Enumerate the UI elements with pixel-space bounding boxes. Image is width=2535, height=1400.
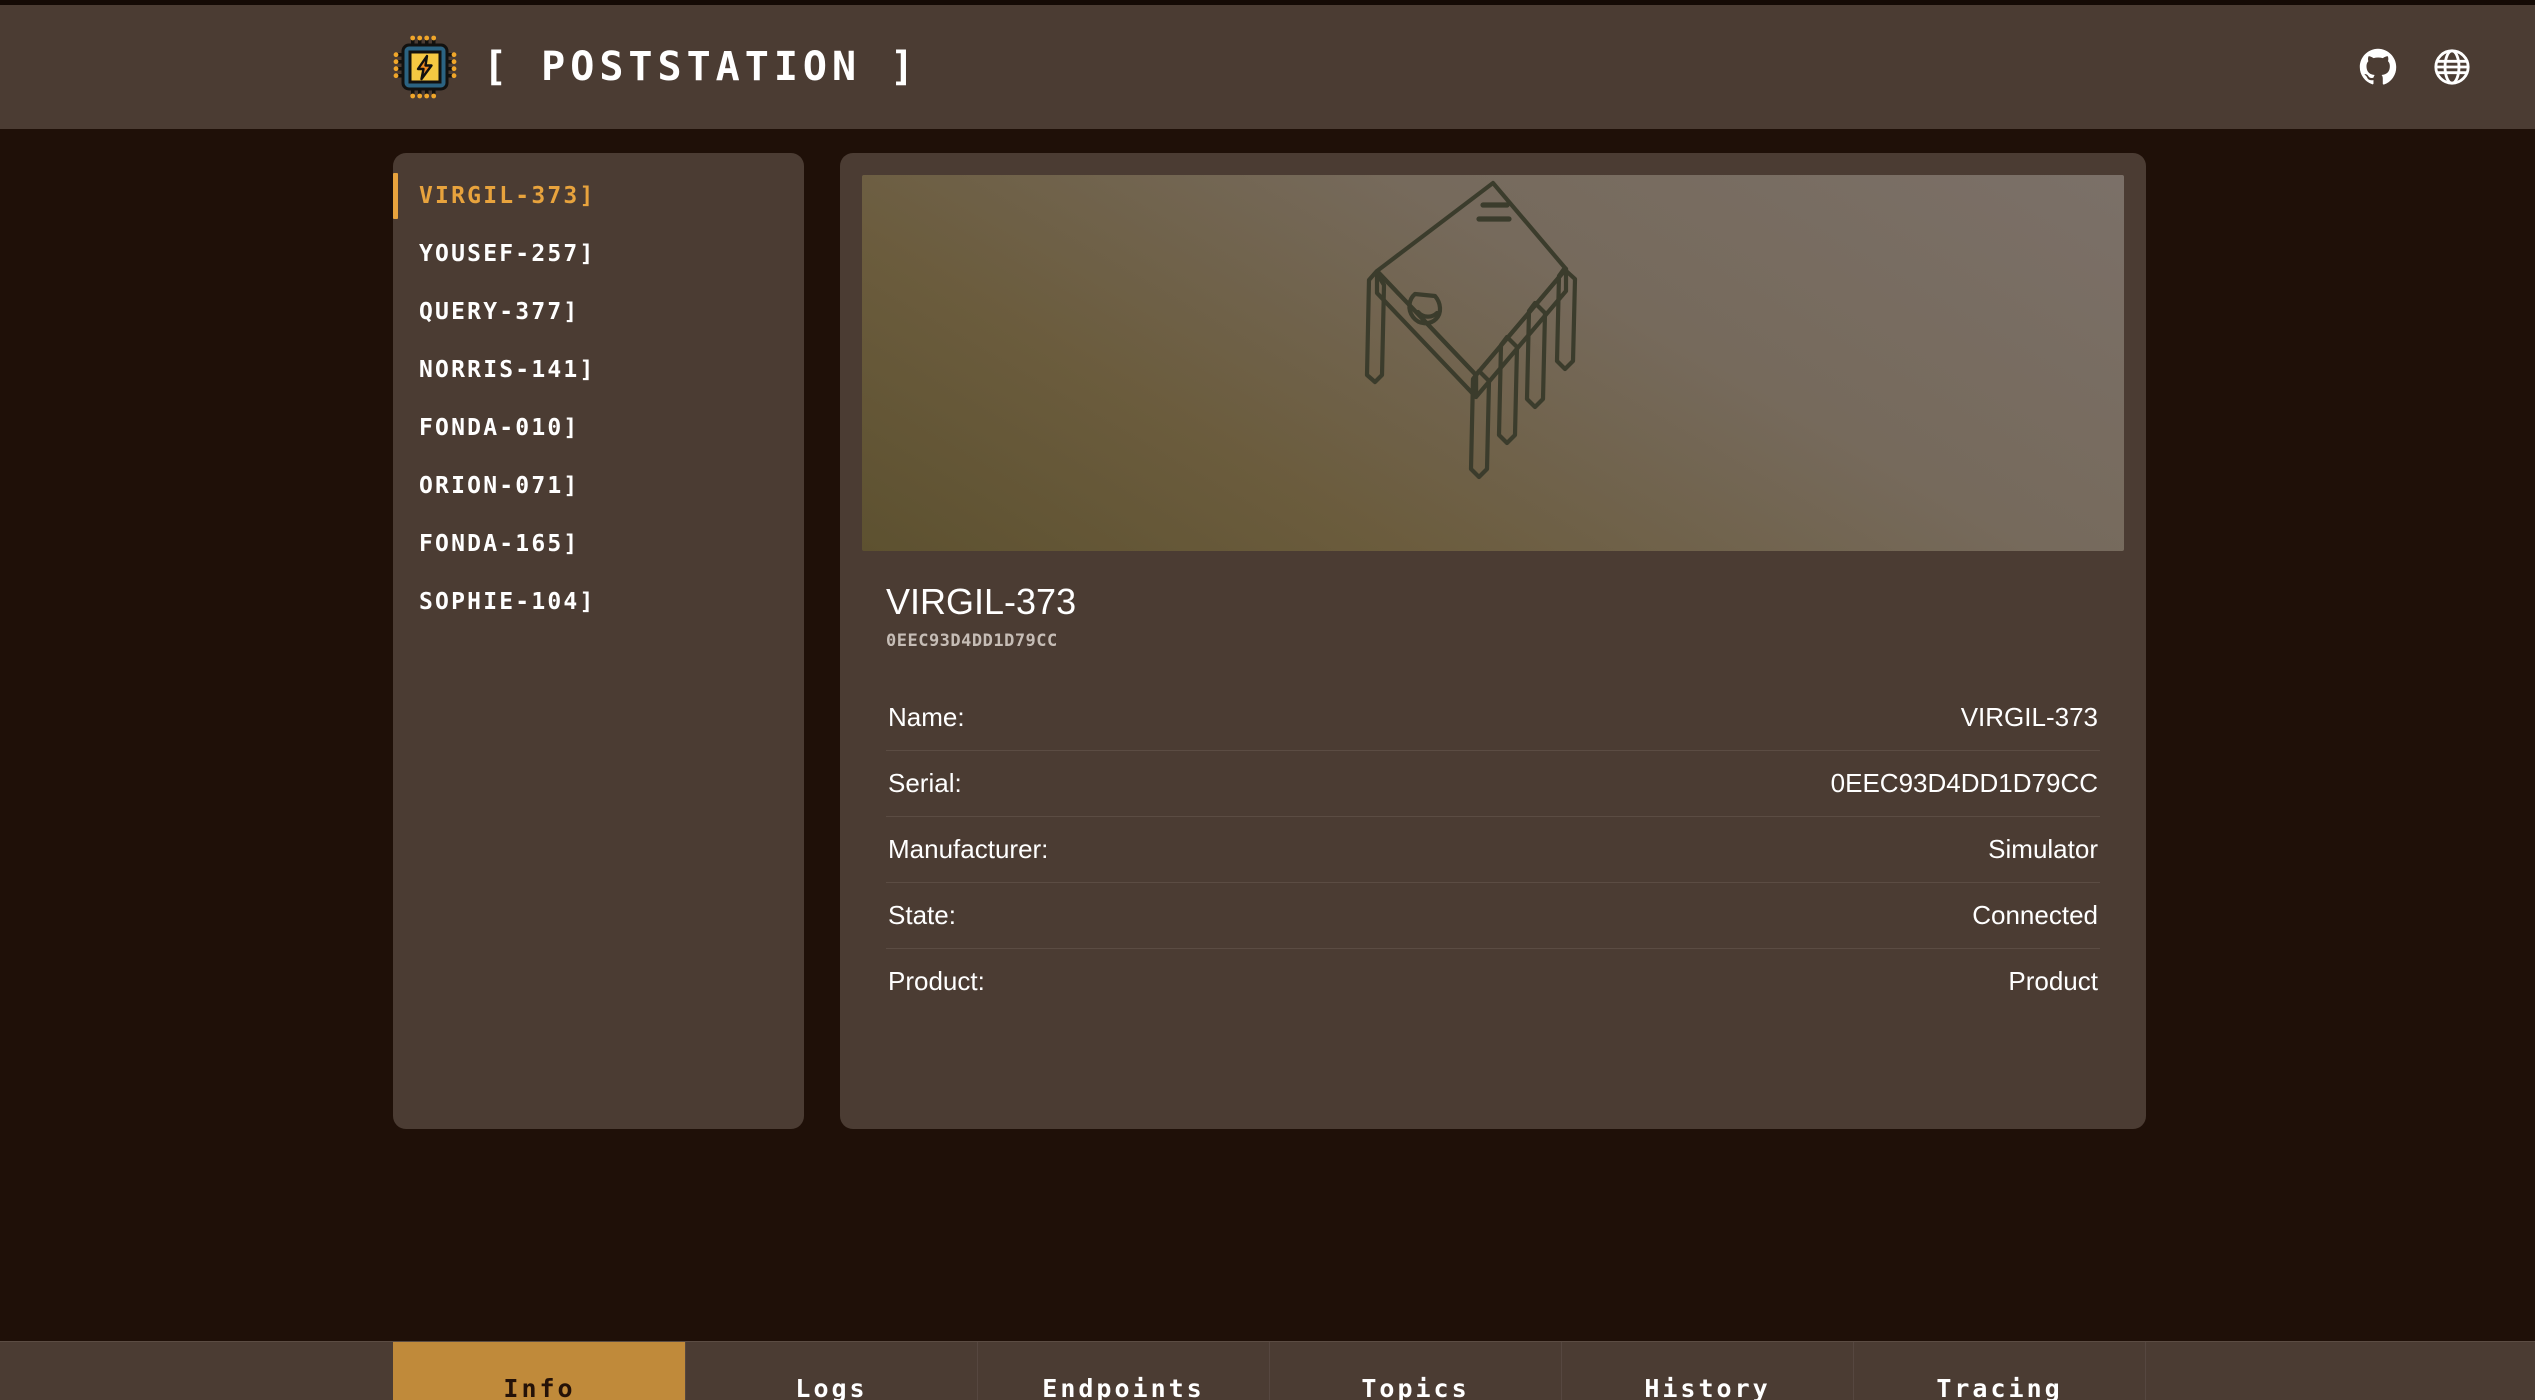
tab-logs[interactable]: Logs (685, 1342, 977, 1400)
header-actions (2357, 46, 2473, 88)
sidebar-item-label: NORRIS-141] (419, 357, 596, 383)
row-label: Manufacturer: (888, 834, 1049, 865)
table-row: Manufacturer: Simulator (886, 817, 2100, 884)
tab-label: Info (503, 1374, 576, 1400)
app-title: [ POSTSTATION ] (483, 44, 920, 90)
sidebar-item-label: YOUSEF-257] (419, 241, 596, 267)
tabbar-right-spacer (2145, 1342, 2535, 1400)
sidebar-item-label: FONDA-010] (419, 415, 580, 441)
tab-endpoints[interactable]: Endpoints (977, 1342, 1269, 1400)
detail-header: VIRGIL-373 0EEC93D4DD1D79CC (862, 551, 2124, 655)
sidebar-item-label: ORION-071] (419, 473, 580, 499)
sidebar-item-sophie-104[interactable]: SOPHIE-104] (393, 573, 804, 631)
tab-tracing[interactable]: Tracing (1853, 1342, 2145, 1400)
tab-label: History (1644, 1374, 1771, 1400)
page-title: VIRGIL-373 (886, 581, 1077, 622)
sidebar-item-fonda-165[interactable]: FONDA-165] (393, 515, 804, 573)
row-value: VIRGIL-373 (1960, 702, 2098, 733)
bottom-tabbar: Info Logs Endpoints Topics History Traci… (0, 1341, 2535, 1400)
sidebar-item-norris-141[interactable]: NORRIS-141] (393, 341, 804, 399)
detail-serial-subtitle: 0EEC93D4DD1D79CC (886, 631, 1058, 652)
table-row: Serial: 0EEC93D4DD1D79CC (886, 751, 2100, 818)
status-badge: Connected (1972, 900, 2098, 931)
sidebar-item-label: VIRGIL-373] (419, 183, 596, 209)
tab-label: Tracing (1936, 1374, 2063, 1400)
sidebar-item-label: FONDA-165] (419, 531, 580, 557)
dip-chip-illustration (862, 175, 2124, 551)
detail-rows: Name: VIRGIL-373 Serial: 0EEC93D4DD1D79C… (862, 685, 2124, 1014)
app-header: [ POSTSTATION ] (0, 5, 2535, 129)
table-row: Product: Product (886, 949, 2100, 1014)
row-label: Product: (888, 966, 985, 997)
sidebar-item-label: SOPHIE-104] (419, 589, 596, 615)
sidebar-item-fonda-010[interactable]: FONDA-010] (393, 399, 804, 457)
tab-label: Topics (1361, 1374, 1470, 1400)
device-detail-panel: VIRGIL-373 0EEC93D4DD1D79CC Name: VIRGIL… (840, 153, 2146, 1129)
row-label: State: (888, 900, 956, 931)
tabbar-left-spacer (0, 1342, 393, 1400)
device-list-panel: VIRGIL-373] YOUSEF-257] QUERY-377] NORRI… (393, 153, 804, 1129)
row-value: Simulator (1988, 834, 2098, 865)
content-row: VIRGIL-373] YOUSEF-257] QUERY-377] NORRI… (0, 129, 2535, 1129)
tab-info[interactable]: Info (393, 1342, 685, 1400)
row-label: Name: (888, 702, 965, 733)
brand: [ POSTSTATION ] (393, 35, 919, 99)
github-icon[interactable] (2357, 46, 2399, 88)
tab-label: Endpoints (1042, 1374, 1205, 1400)
tab-history[interactable]: History (1561, 1342, 1853, 1400)
row-value: 0EEC93D4DD1D79CC (1830, 768, 2098, 799)
row-value: Product (2008, 966, 2098, 997)
tab-topics[interactable]: Topics (1269, 1342, 1561, 1400)
table-row: Name: VIRGIL-373 (886, 685, 2100, 752)
sidebar-item-label: QUERY-377] (419, 299, 580, 325)
sidebar-item-query-377[interactable]: QUERY-377] (393, 283, 804, 341)
tab-label: Logs (795, 1374, 868, 1400)
sidebar-item-virgil-373[interactable]: VIRGIL-373] (393, 167, 804, 225)
globe-icon[interactable] (2431, 46, 2473, 88)
workspace: VIRGIL-373] YOUSEF-257] QUERY-377] NORRI… (0, 129, 2535, 1400)
table-row: State: Connected (886, 883, 2100, 950)
sidebar-item-yousef-257[interactable]: YOUSEF-257] (393, 225, 804, 283)
microchip-bolt-icon (393, 35, 457, 99)
sidebar-item-orion-071[interactable]: ORION-071] (393, 457, 804, 515)
row-label: Serial: (888, 768, 962, 799)
